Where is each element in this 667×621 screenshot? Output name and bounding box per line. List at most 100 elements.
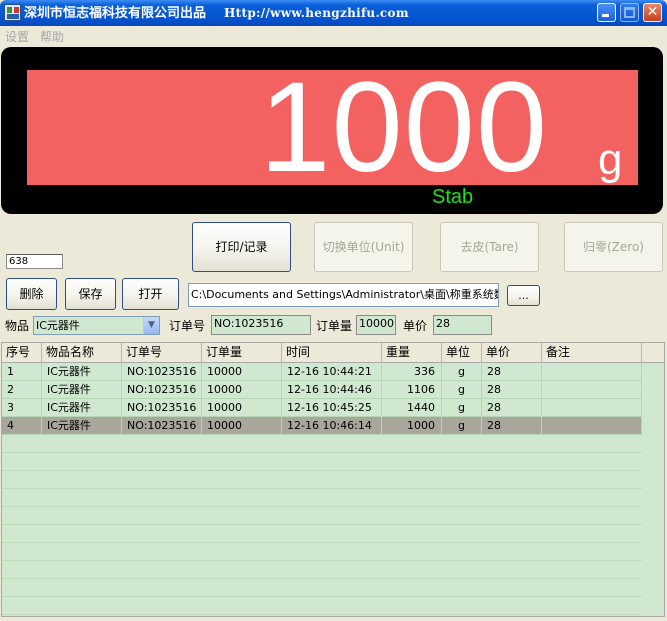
- table-cell-weight: 336: [382, 363, 442, 381]
- table-header: 序号 物品名称 订单号 订单量 时间 重量 单位 单价 备注: [2, 343, 664, 363]
- menu-help[interactable]: 帮助: [40, 28, 64, 45]
- menu-settings[interactable]: 设置: [5, 28, 29, 45]
- weight-unit: g: [598, 135, 623, 184]
- browse-button[interactable]: ...: [507, 285, 540, 306]
- grid-line: [2, 452, 642, 453]
- column-header[interactable]: 单价: [482, 343, 542, 363]
- table-cell-time: 12-16 10:44:21: [282, 363, 382, 381]
- table-cell-price: 28: [482, 399, 542, 417]
- table-cell-qty: 10000: [202, 417, 282, 435]
- table-cell-no: 4: [2, 417, 42, 435]
- delete-button[interactable]: 删除: [6, 278, 57, 310]
- file-path-field[interactable]: C:\Documents and Settings\Administrator\…: [188, 283, 499, 307]
- website-url: Http://www.hengzhifu.com: [224, 6, 409, 20]
- grid-line: [2, 524, 642, 525]
- weight-value: 1000: [259, 56, 548, 199]
- column-header[interactable]: 备注: [542, 343, 642, 363]
- column-header[interactable]: 物品名称: [42, 343, 122, 363]
- table-cell-note: [542, 363, 642, 381]
- weight-display: 1000 g Stab: [1, 47, 663, 214]
- grid-line: [2, 542, 642, 543]
- table-cell-time: 12-16 10:44:46: [282, 381, 382, 399]
- save-button[interactable]: 保存: [65, 278, 116, 310]
- company-name: 深圳市恒志福科技有限公司出品: [24, 6, 207, 21]
- table-cell-unit: g: [442, 399, 482, 417]
- column-header[interactable]: 序号: [2, 343, 42, 363]
- table-cell-qty: 10000: [202, 363, 282, 381]
- table-cell-name: IC元器件: [42, 417, 122, 435]
- table-cell-price: 28: [482, 417, 542, 435]
- records-table[interactable]: 序号 物品名称 订单号 订单量 时间 重量 单位 单价 备注 1 IC元器件 NO:…: [1, 342, 665, 617]
- table-cell-order: NO:1023516: [122, 417, 202, 435]
- table-cell-name: IC元器件: [42, 399, 122, 417]
- close-button[interactable]: ✕: [643, 3, 662, 22]
- order-label: 订单号: [169, 319, 206, 333]
- table-cell-name: IC元器件: [42, 381, 122, 399]
- maximize-icon: [624, 7, 635, 18]
- table-cell-unit: g: [442, 363, 482, 381]
- table-cell-unit: g: [442, 417, 482, 435]
- table-cell-price: 28: [482, 363, 542, 381]
- close-icon: ✕: [646, 4, 659, 20]
- column-header[interactable]: 订单号: [122, 343, 202, 363]
- maximize-button: [620, 3, 639, 22]
- table-row[interactable]: 3 IC元器件 NO:1023516 10000 12-16 10:45:25 1440 g…: [2, 399, 642, 417]
- table-row[interactable]: 4 IC元器件 NO:1023516 10000 12-16 10:46:14 1000 g…: [2, 417, 642, 435]
- quantity-field[interactable]: 10000: [356, 315, 396, 335]
- table-cell-weight: 1000: [382, 417, 442, 435]
- quantity-label: 订单量: [316, 319, 353, 333]
- table-cell-unit: g: [442, 381, 482, 399]
- table-cell-note: [542, 399, 642, 417]
- table-cell-time: 12-16 10:45:25: [282, 399, 382, 417]
- order-field[interactable]: NO:1023516: [211, 315, 311, 335]
- title-bar[interactable]: 深圳市恒志福科技有限公司出品 Http://www.hengzhifu.com ✕: [0, 0, 667, 26]
- grid-line: [2, 506, 642, 507]
- table-cell-note: [542, 417, 642, 435]
- table-cell-qty: 10000: [202, 381, 282, 399]
- grid-line: [2, 560, 642, 561]
- table-cell-qty: 10000: [202, 399, 282, 417]
- tare-button: 去皮(Tare): [440, 222, 539, 272]
- grid-line: [2, 578, 642, 579]
- column-header[interactable]: 重量: [382, 343, 442, 363]
- table-cell-no: 3: [2, 399, 42, 417]
- minimize-button[interactable]: [597, 3, 616, 22]
- open-button[interactable]: 打开: [122, 278, 179, 310]
- table-cell-weight: 1440: [382, 399, 442, 417]
- table-cell-order: NO:1023516: [122, 399, 202, 417]
- column-header[interactable]: 订单量: [202, 343, 282, 363]
- table-row[interactable]: 1 IC元器件 NO:1023516 10000 12-16 10:44:21 336 g 2…: [2, 363, 642, 381]
- column-header[interactable]: 单位: [442, 343, 482, 363]
- price-field[interactable]: 28: [433, 315, 492, 335]
- grid-line: [2, 596, 642, 597]
- column-header[interactable]: 时间: [282, 343, 382, 363]
- table-cell-order: NO:1023516: [122, 363, 202, 381]
- display-screen: 1000 g: [27, 63, 638, 193]
- grid-line: [2, 488, 642, 489]
- item-select[interactable]: IC元器件 ▼: [33, 316, 160, 335]
- table-row[interactable]: 2 IC元器件 NO:1023516 10000 12-16 10:44:46 1106 g…: [2, 381, 642, 399]
- item-label: 物品: [5, 319, 30, 333]
- minimize-icon: [602, 14, 609, 17]
- menu-bar: 设置 帮助: [0, 26, 667, 44]
- table-cell-order: NO:1023516: [122, 381, 202, 399]
- window-title: 深圳市恒志福科技有限公司出品 Http://www.hengzhifu.com: [24, 4, 409, 22]
- table-cell-weight: 1106: [382, 381, 442, 399]
- chevron-down-icon[interactable]: ▼: [143, 317, 159, 334]
- price-label: 单价: [403, 319, 428, 333]
- item-select-value: IC元器件: [36, 319, 80, 332]
- table-cell-no: 2: [2, 381, 42, 399]
- app-icon[interactable]: [4, 4, 21, 21]
- stability-status: Stab: [432, 186, 474, 208]
- table-cell-note: [542, 381, 642, 399]
- table-cell-no: 1: [2, 363, 42, 381]
- value-field[interactable]: 638: [6, 254, 63, 269]
- zero-button: 归零(Zero): [564, 222, 663, 272]
- grid-line: [2, 470, 642, 471]
- grid-line: [2, 614, 642, 615]
- table-cell-time: 12-16 10:46:14: [282, 417, 382, 435]
- print-record-button[interactable]: 打印/记录: [192, 222, 291, 272]
- column-header-filler: [642, 343, 664, 363]
- table-cell-name: IC元器件: [42, 363, 122, 381]
- table-cell-price: 28: [482, 381, 542, 399]
